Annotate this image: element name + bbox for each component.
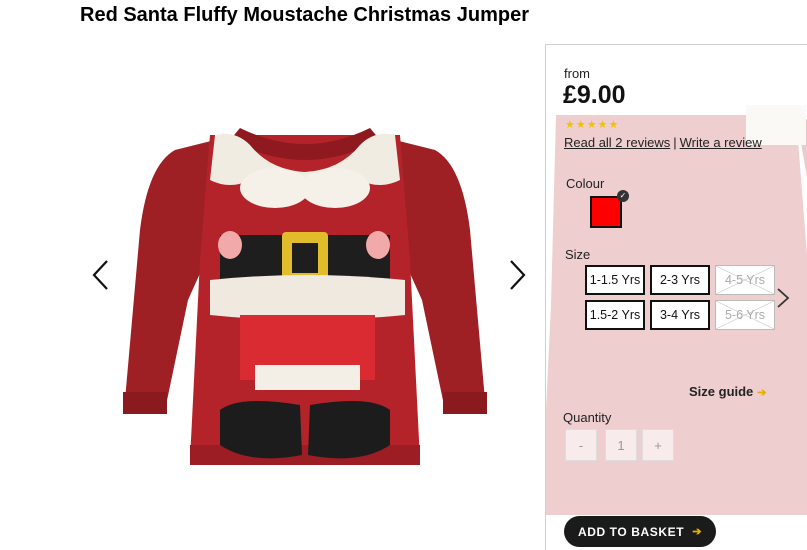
read-reviews-link[interactable]: Read all 2 reviews (564, 135, 670, 150)
chevron-right-icon (510, 260, 526, 290)
product-image (123, 128, 487, 465)
chevron-left-icon (92, 260, 108, 290)
quantity-increase-button[interactable]: + (642, 429, 674, 461)
quantity-input[interactable]: 1 (605, 429, 637, 461)
star-icon: ★ (565, 119, 575, 131)
size-guide-link[interactable]: Size guide ➔ (689, 384, 767, 399)
reviews-links: Read all 2 reviews | Write a review (564, 135, 762, 150)
size-options: 1-1.5 Yrs 2-3 Yrs 4-5 Yrs 1.5-2 Yrs 3-4 … (585, 265, 779, 335)
arrow-right-icon: ➔ (757, 387, 767, 399)
quantity-label: Quantity (563, 410, 612, 425)
star-icon: ★ (608, 119, 619, 131)
product-title: Red Santa Fluffy Moustache Christmas Jum… (80, 4, 529, 26)
rating-stars: ★ ★ ★ ★ ★ (565, 120, 618, 131)
add-to-basket-label: ADD TO BASKET (577, 524, 685, 539)
reviews-separator: | (673, 135, 677, 150)
size-label: Size (565, 247, 591, 262)
size-option[interactable]: 2-3 Yrs (650, 265, 710, 295)
product-image-gallery (80, 60, 545, 549)
sizes-next-chevron-icon[interactable] (775, 287, 791, 309)
colour-swatch-red[interactable] (590, 196, 622, 228)
size-option-unavailable: 5-6 Yrs (715, 300, 775, 330)
product-price: £9.00 (563, 81, 626, 109)
product-options-panel: from £9.00 ★ ★ ★ ★ ★ Read all 2 reviews |… (545, 44, 807, 550)
write-review-link[interactable]: Write a review (680, 135, 762, 150)
check-icon: ✓ (617, 190, 629, 202)
size-option[interactable]: 1-1.5 Yrs (585, 265, 645, 295)
size-option-unavailable: 4-5 Yrs (715, 265, 775, 295)
size-guide-label: Size guide (689, 384, 754, 399)
size-option[interactable]: 3-4 Yrs (650, 300, 710, 330)
gallery-prev-button[interactable] (88, 255, 112, 295)
star-icon: ★ (586, 119, 597, 131)
price-from-label: from (564, 66, 590, 81)
colour-label: Colour (566, 176, 605, 191)
arrow-right-icon: ➔ (692, 526, 703, 538)
star-icon: ★ (575, 119, 586, 131)
quantity-decrease-button[interactable]: - (565, 429, 597, 461)
add-to-basket-button[interactable]: ADD TO BASKET ➔ (564, 516, 716, 547)
star-icon: ★ (597, 119, 608, 131)
size-option[interactable]: 1.5-2 Yrs (585, 300, 645, 330)
gallery-next-button[interactable] (506, 255, 530, 295)
